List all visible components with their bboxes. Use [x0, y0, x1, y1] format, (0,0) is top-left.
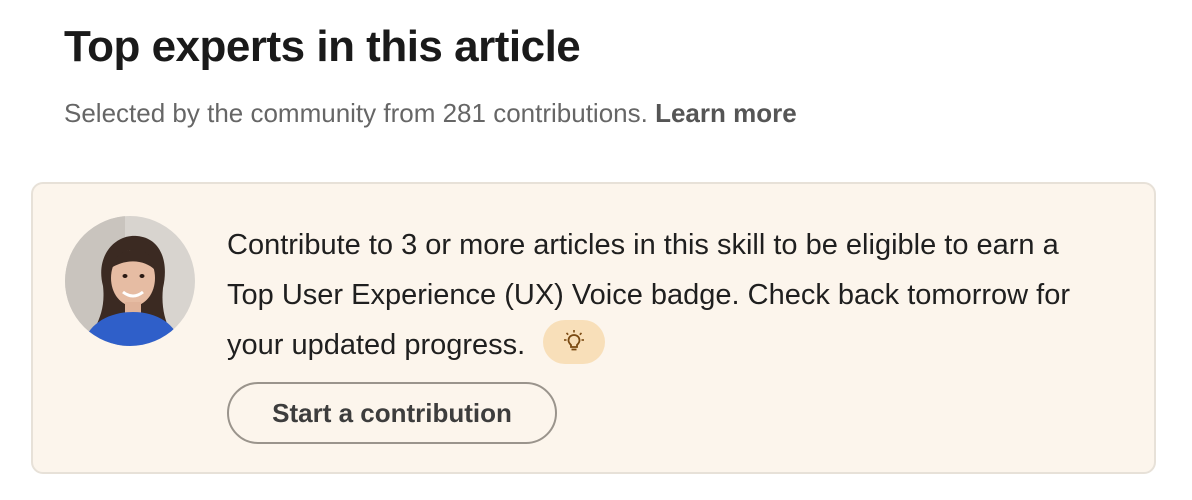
section-subtitle: Selected by the community from 281 contr… [64, 98, 797, 129]
avatar [65, 216, 195, 346]
avatar-image [65, 216, 195, 346]
learn-more-link[interactable]: Learn more [655, 98, 797, 128]
message-text: Contribute to 3 or more articles in this… [227, 229, 1070, 361]
eligibility-card: Contribute to 3 or more articles in this… [31, 182, 1156, 474]
lightbulb-badge [543, 320, 606, 365]
top-experts-section: Top experts in this article Selected by … [0, 0, 1192, 500]
lightbulb-icon [564, 330, 585, 351]
subtitle-text: Selected by the community from 281 contr… [64, 98, 648, 128]
eligibility-message: Contribute to 3 or more articles in this… [227, 220, 1107, 370]
start-contribution-button[interactable]: Start a contribution [227, 382, 557, 444]
section-title: Top experts in this article [64, 22, 581, 71]
